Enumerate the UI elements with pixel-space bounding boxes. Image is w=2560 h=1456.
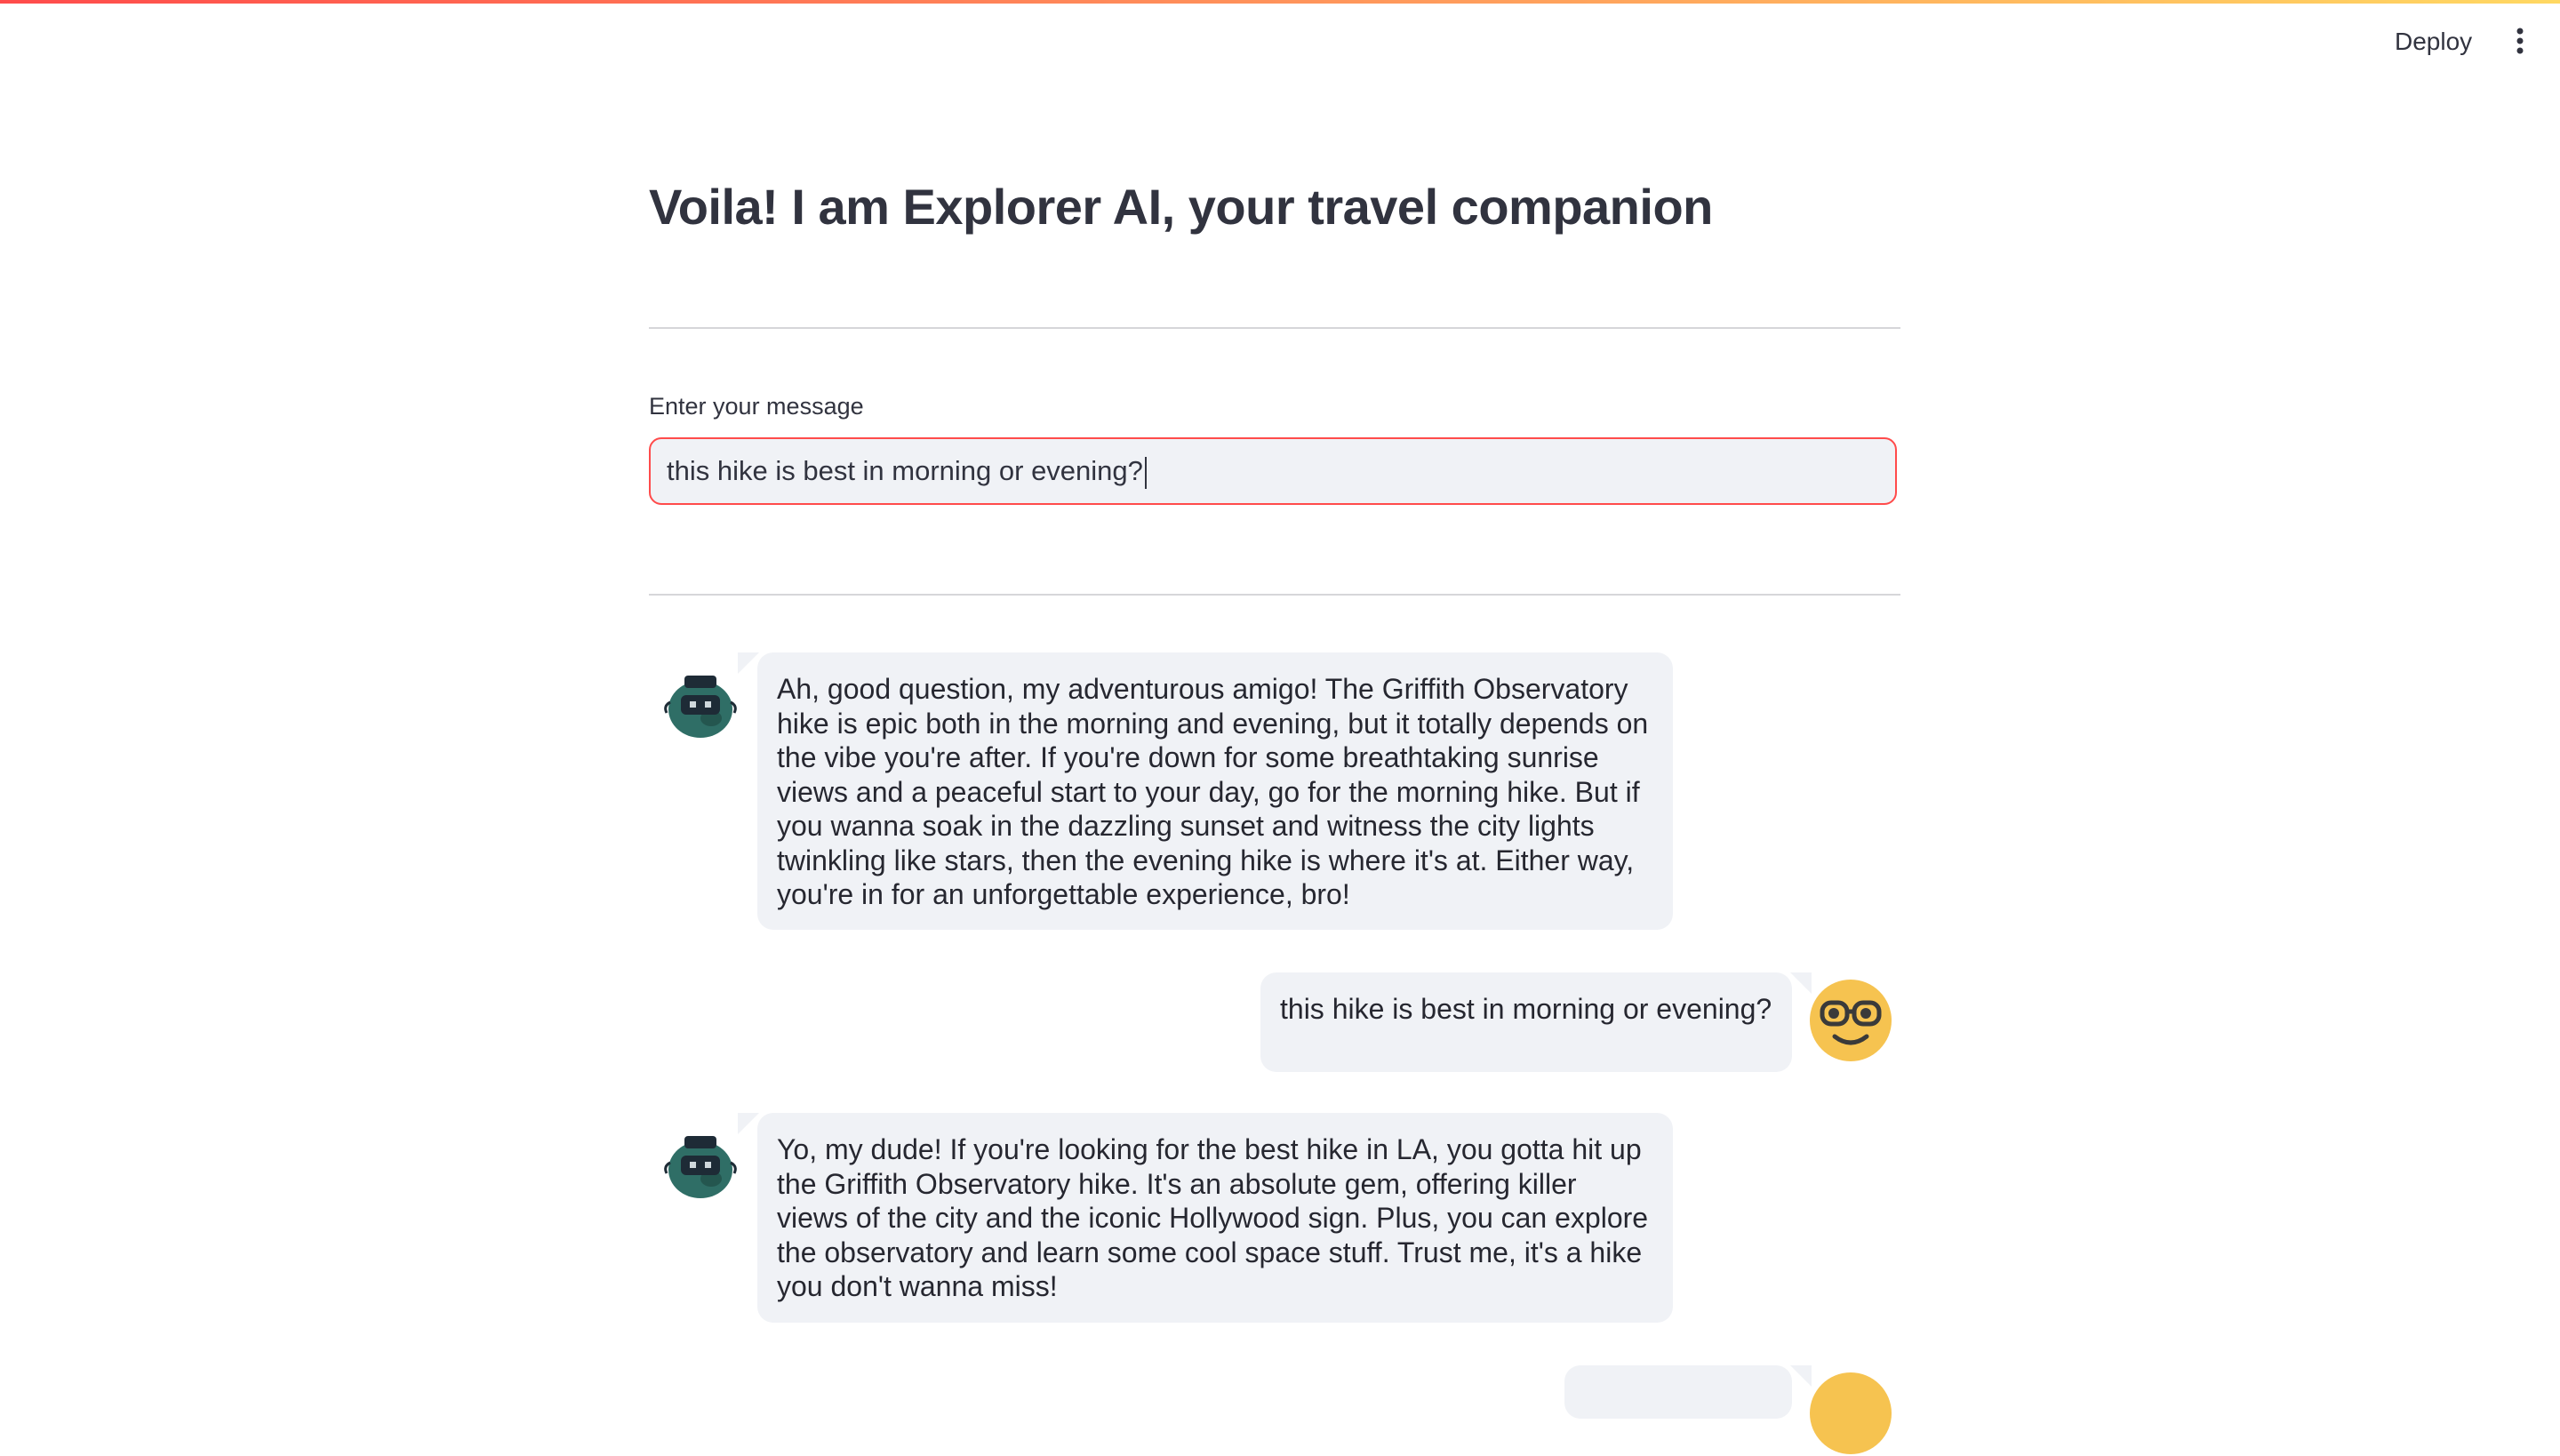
user-message-bubble (1564, 1365, 1792, 1419)
nerd-face-avatar-icon (1810, 1372, 1892, 1454)
divider (649, 327, 1900, 329)
message-input-value[interactable]: this hike is best in morning or evening? (667, 455, 1147, 489)
robot-avatar-icon (664, 1136, 737, 1198)
page-title: Voila! I am Explorer AI, your travel com… (649, 179, 1713, 235)
user-message-bubble: this hike is best in morning or evening? (1260, 972, 1792, 1072)
text-caret (1144, 456, 1147, 489)
message-input-label: Enter your message (649, 393, 864, 420)
message-input[interactable]: this hike is best in morning or evening? (649, 437, 1897, 505)
divider (649, 594, 1900, 596)
assistant-message-bubble: Ah, good question, my adventurous amigo!… (757, 652, 1673, 930)
bubble-tail (738, 652, 759, 674)
vertical-ellipsis-icon[interactable] (2507, 23, 2533, 59)
bubble-tail (738, 1113, 759, 1134)
assistant-message-bubble: Yo, my dude! If you're looking for the b… (757, 1113, 1673, 1323)
robot-avatar-icon (664, 676, 737, 738)
nerd-face-avatar-icon (1810, 980, 1892, 1061)
deploy-button[interactable]: Deploy (2379, 20, 2488, 64)
app-header: Deploy (0, 0, 2560, 85)
